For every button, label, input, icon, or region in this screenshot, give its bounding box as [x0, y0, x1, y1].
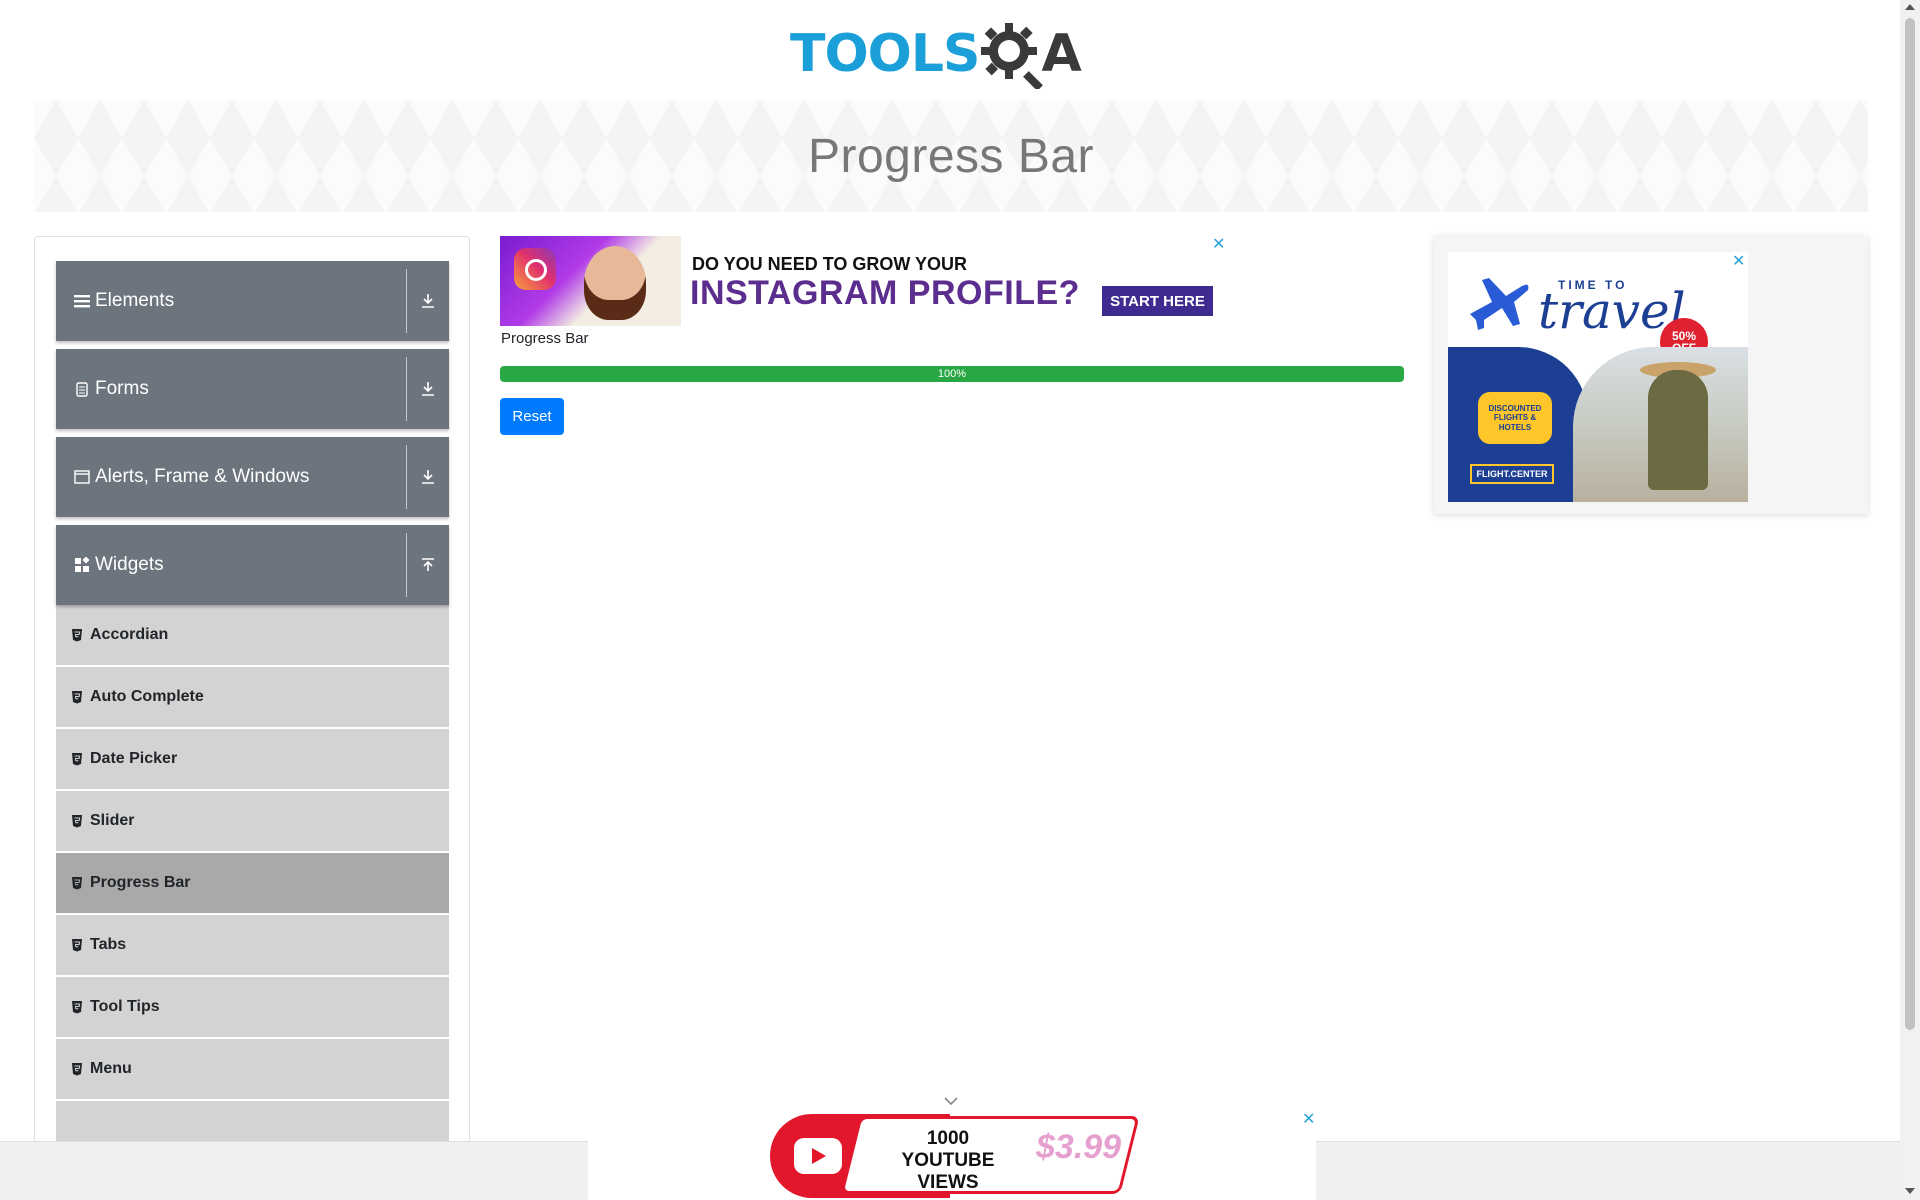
sidebar-item-tool-tips[interactable]: Tool Tips	[56, 977, 449, 1039]
reset-button[interactable]: Reset	[500, 398, 564, 435]
html5-icon	[71, 938, 83, 952]
sidebar-item-tabs[interactable]: Tabs	[56, 915, 449, 977]
scroll-down-arrow-icon[interactable]	[1905, 1188, 1915, 1194]
scroll-up-arrow-icon[interactable]	[1905, 4, 1915, 10]
sidebar-item-label: Tabs	[90, 936, 127, 953]
logo-text-a: A	[1041, 24, 1082, 84]
widgets-menu-list: Accordian Auto Complete Date Picker Slid…	[56, 605, 449, 1163]
gear-magnifier-icon	[977, 19, 1047, 91]
left-sidebar: Elements Forms Alerts, Frame & Windows W…	[34, 236, 470, 1200]
ad-person	[584, 246, 646, 320]
upload-icon[interactable]	[407, 525, 449, 605]
sidebar-group-label: Forms	[95, 378, 149, 399]
youtube-play-icon	[794, 1138, 842, 1174]
sidebar-group-label: Alerts, Frame & Windows	[95, 466, 310, 487]
toolsqa-logo[interactable]: TOOLS A	[790, 14, 1120, 94]
html5-icon	[71, 876, 83, 890]
instagram-ad[interactable]: DO YOU NEED TO GROW YOUR INSTAGRAM PROFI…	[500, 236, 1230, 327]
ad-brand: FLIGHT.CENTER	[1470, 464, 1554, 484]
sidebar-item-date-picker[interactable]: Date Picker	[56, 729, 449, 791]
ad-close-icon[interactable]: ✕	[1732, 254, 1745, 270]
right-ad-container: TIME TO travel 50% OFF DISCOUNTED FLIGHT…	[1434, 236, 1868, 514]
progress-bar-label: Progress Bar	[501, 330, 589, 347]
ad-image	[500, 236, 681, 326]
ad-views-text: YOUTUBE VIEWS	[901, 1149, 995, 1193]
sidebar-item-accordian[interactable]: Accordian	[56, 605, 449, 667]
travel-ad[interactable]: TIME TO travel 50% OFF DISCOUNTED FLIGHT…	[1448, 252, 1748, 502]
page-title: Progress Bar	[807, 129, 1095, 183]
scrollbar-thumb[interactable]	[1905, 18, 1915, 1030]
html5-icon	[71, 628, 83, 642]
sidebar-item-label: Progress Bar	[90, 874, 191, 891]
window-icon	[73, 468, 91, 486]
instagram-icon	[514, 248, 556, 290]
ad-headline: DO YOU NEED TO GROW YOUR	[692, 254, 968, 274]
html5-icon	[71, 752, 83, 766]
download-icon[interactable]	[407, 261, 449, 341]
vertical-scrollbar[interactable]	[1900, 0, 1920, 1200]
sidebar-item-label: Tool Tips	[90, 998, 160, 1015]
ad-start-here-button[interactable]: START HERE	[1102, 286, 1213, 316]
logo-text-tools: TOOLS	[790, 24, 980, 84]
sidebar-item-menu[interactable]: Menu	[56, 1039, 449, 1101]
sidebar-item-label: Auto Complete	[90, 688, 204, 705]
html5-icon	[71, 690, 83, 704]
sidebar-item-label: Menu	[90, 1060, 132, 1077]
airplane-icon	[1462, 266, 1532, 336]
ad-price: $3.99	[1036, 1128, 1122, 1166]
widgets-icon	[73, 556, 91, 574]
ad-traveler	[1648, 370, 1708, 490]
html5-icon	[71, 1062, 83, 1076]
download-icon[interactable]	[407, 349, 449, 429]
ad-subheadline: INSTAGRAM PROFILE?	[690, 274, 1080, 312]
sidebar-group-alerts[interactable]: Alerts, Frame & Windows	[56, 437, 449, 517]
html5-icon	[71, 1000, 83, 1014]
sidebar-group-elements[interactable]: Elements	[56, 261, 449, 341]
ad-bubble: DISCOUNTED FLIGHTS & HOTELS	[1478, 392, 1552, 444]
youtube-views-ad[interactable]: 1000 YOUTUBE VIEWS $3.99 ✕	[588, 1112, 1316, 1200]
form-icon	[73, 380, 91, 398]
ad-close-icon[interactable]: ✕	[1302, 1112, 1315, 1128]
chevron-down-icon[interactable]	[942, 1094, 960, 1108]
sidebar-group-label: Elements	[95, 290, 175, 311]
html5-icon	[71, 814, 83, 828]
ad-views-number: 1000	[926, 1128, 970, 1149]
hamburger-icon	[73, 292, 91, 310]
sidebar-item-auto-complete[interactable]: Auto Complete	[56, 667, 449, 729]
sidebar-item-label: Accordian	[90, 626, 169, 643]
sidebar-item-label: Slider	[90, 812, 135, 829]
sidebar-group-widgets[interactable]: Widgets	[56, 525, 449, 605]
sidebar-group-label: Widgets	[95, 554, 164, 575]
ad-close-icon[interactable]: ✕	[1212, 237, 1225, 253]
sidebar-item-progress-bar[interactable]: Progress Bar	[56, 853, 449, 915]
progress-bar: 100%	[500, 366, 1404, 382]
sidebar-item-slider[interactable]: Slider	[56, 791, 449, 853]
sidebar-group-forms[interactable]: Forms	[56, 349, 449, 429]
page-banner: Progress Bar	[34, 100, 1868, 212]
progress-bar-fill: 100%	[500, 366, 1404, 382]
sidebar-item-label: Date Picker	[90, 750, 178, 767]
download-icon[interactable]	[407, 437, 449, 517]
ad-views: 1000 YOUTUBE VIEWS	[888, 1128, 1008, 1194]
